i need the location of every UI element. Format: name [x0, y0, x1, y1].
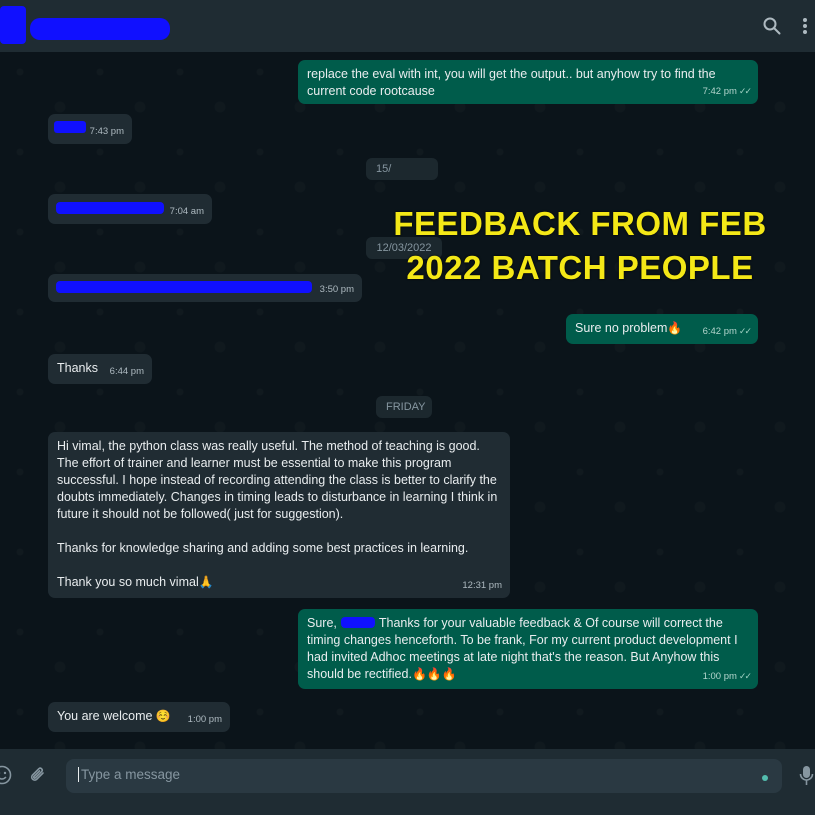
message-prefix: Sure, — [307, 616, 337, 630]
kebab-menu-icon[interactable] — [796, 14, 814, 38]
message-time: 3:50 pm — [319, 284, 354, 295]
message-body: Sure, Thanks for your valuable feedback &… — [307, 615, 749, 683]
folded-hands-icon: 🙏 — [198, 575, 214, 589]
message-paragraph: Hi vimal, the python class was really us… — [57, 439, 498, 521]
redacted-avatar[interactable] — [0, 6, 26, 44]
overlay-line-2: 2022 BATCH PEOPLE — [406, 249, 754, 286]
message-time: 7:43 pm — [89, 126, 124, 137]
message-text: Thanks — [57, 361, 98, 375]
message-time: 1:00 pm — [187, 714, 222, 725]
emoji-icon[interactable] — [0, 765, 12, 785]
search-icon[interactable] — [760, 14, 784, 38]
feedback-overlay-caption: FEEDBACK FROM FEB 2022 BATCH PEOPLE — [360, 202, 800, 290]
paperclip-icon[interactable] — [28, 765, 48, 785]
redacted-contact-name[interactable] — [30, 18, 170, 40]
message-text: You are welcome — [57, 709, 153, 723]
overlay-line-1: FEEDBACK FROM FEB — [393, 205, 767, 242]
message-time: 12:31 pm — [462, 580, 502, 591]
message-text: Sure no problem — [575, 321, 668, 335]
message-text-line-2: current code rootcause — [307, 84, 435, 98]
smiling-face-icon: ☺️ — [155, 709, 171, 723]
read-ticks-icon: ✓✓ — [738, 326, 752, 336]
incoming-message[interactable]: Thanks 6:44 pm — [48, 354, 152, 384]
message-input-placeholder: Type a message — [78, 767, 181, 782]
outgoing-message[interactable]: replace the eval with int, you will get … — [298, 60, 758, 104]
message-paragraph: Thanks for knowledge sharing and adding … — [57, 541, 469, 555]
outgoing-message[interactable]: Sure, Thanks for your valuable feedback &… — [298, 609, 758, 689]
message-list[interactable]: replace the eval with int, you will get … — [0, 52, 815, 749]
incoming-message[interactable]: Hi vimal, the python class was really us… — [48, 432, 510, 598]
date-separator: 15/ — [366, 158, 438, 180]
incoming-message[interactable]: 3:50 pm — [48, 274, 362, 302]
message-text-line-1: replace the eval with int, you will get … — [307, 67, 716, 81]
message-time: 6:44 pm — [109, 366, 144, 377]
message-input[interactable]: Type a message — [66, 759, 782, 793]
redacted-text — [56, 281, 312, 293]
incoming-message[interactable]: 7:43 pm — [48, 114, 132, 144]
message-composer: Type a message — [0, 749, 815, 815]
message-meta: 7:42 pm ✓✓ — [702, 83, 752, 100]
incoming-message[interactable]: You are welcome ☺️ 1:00 pm — [48, 702, 230, 732]
fire-icon: 🔥 — [667, 321, 683, 335]
message-time: 7:04 am — [169, 206, 204, 217]
message-meta: 1:00 pm ✓✓ — [702, 668, 752, 685]
message-text: Thank you so much vimal — [57, 575, 199, 589]
outgoing-message[interactable]: Sure no problem🔥 6:42 pm ✓✓ — [566, 314, 758, 344]
read-ticks-icon: ✓✓ — [738, 671, 752, 681]
fire-icon: 🔥🔥🔥 — [411, 667, 457, 681]
status-dot-icon — [762, 775, 768, 781]
microphone-icon[interactable] — [799, 764, 815, 788]
message-time: 6:42 pm — [702, 326, 737, 337]
read-ticks-icon: ✓✓ — [738, 86, 752, 96]
chat-header — [0, 0, 815, 52]
incoming-message[interactable]: 7:04 am — [48, 194, 212, 224]
message-time: 1:00 pm — [702, 671, 737, 682]
message-paragraph-last: Thank you so much vimal🙏 — [57, 574, 501, 591]
message-time: 7:42 pm — [702, 86, 737, 97]
redacted-text — [56, 202, 164, 214]
redacted-name — [340, 617, 375, 628]
message-meta: 6:42 pm ✓✓ — [702, 323, 752, 340]
date-separator: FRIDAY — [376, 396, 432, 418]
redacted-text — [54, 121, 86, 133]
